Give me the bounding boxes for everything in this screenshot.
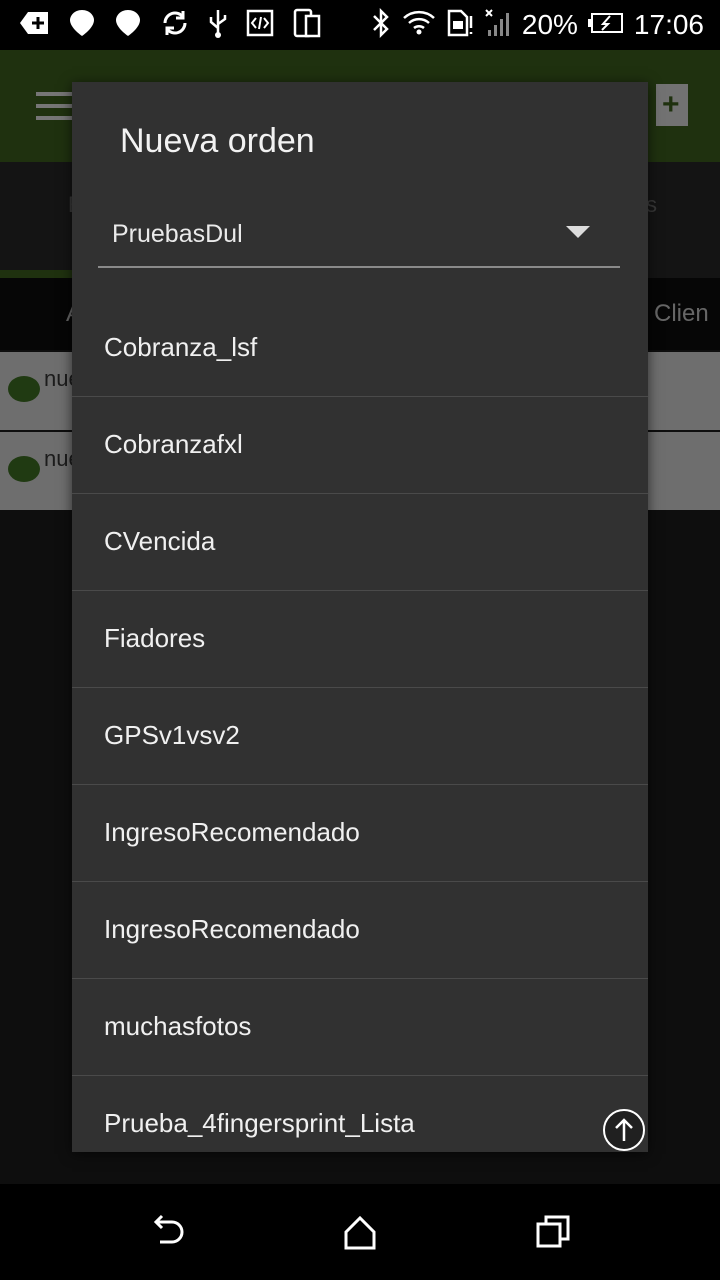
list-item[interactable]: IngresoRecomendado — [72, 785, 648, 882]
bluetooth-icon — [370, 7, 392, 42]
list-item-label: Prueba_4fingersprint_Lista — [104, 1108, 415, 1138]
list-item[interactable]: GPSv1vsv2 — [72, 688, 648, 785]
list-item-label: CVencida — [104, 526, 216, 556]
pin-icon — [114, 8, 142, 42]
sim-icon — [446, 8, 474, 42]
list-item[interactable]: muchasfotos — [72, 979, 648, 1076]
back-icon[interactable] — [148, 1212, 188, 1252]
list-item-label: Cobranzafxl — [104, 429, 243, 459]
list-item[interactable]: Cobranzafxl — [72, 397, 648, 494]
list-item[interactable]: IngresoRecomendado — [72, 882, 648, 979]
dropdown-caret-icon — [566, 226, 590, 238]
new-order-dialog: Nueva orden PruebasDul Cobranza_lsf Cobr… — [72, 82, 648, 1152]
list-item-label: IngresoRecomendado — [104, 817, 360, 847]
list-item-label: Cobranza_lsf — [104, 332, 258, 362]
battery-percent: 20% — [521, 9, 578, 40]
battery-charging-icon — [587, 12, 624, 38]
home-icon[interactable] — [340, 1212, 380, 1252]
list-item-label: muchasfotos — [104, 1011, 252, 1041]
sync-icon — [160, 8, 190, 42]
devices-icon — [292, 8, 322, 42]
arrow-up-icon — [615, 1118, 633, 1141]
signal-icon — [484, 8, 512, 42]
list-item[interactable]: Fiadores — [72, 591, 648, 688]
navigation-bar — [0, 1184, 720, 1280]
clock: 17:06 — [633, 9, 704, 40]
usb-icon — [208, 8, 228, 42]
code-icon — [246, 9, 274, 41]
list-item-label: Fiadores — [104, 623, 206, 653]
list-item[interactable]: Prueba_4fingersprint_Lista — [72, 1076, 648, 1152]
wifi-icon — [402, 8, 436, 42]
list-item-label: IngresoRecomendado — [104, 914, 360, 944]
list-item-label: GPSv1vsv2 — [104, 720, 240, 750]
status-bar: 20% 17:06 — [0, 0, 720, 50]
form-select[interactable]: PruebasDul — [98, 202, 620, 268]
select-value: PruebasDul — [112, 220, 243, 248]
recents-icon[interactable] — [534, 1212, 574, 1252]
list-item[interactable]: Cobranza_lsf — [72, 300, 648, 397]
form-list: Cobranza_lsf Cobranzafxl CVencida Fiador… — [72, 300, 648, 1152]
scroll-to-top-button[interactable] — [603, 1109, 645, 1151]
list-item[interactable]: CVencida — [72, 494, 648, 591]
dialog-title: Nueva orden — [120, 122, 315, 160]
add-box-icon — [20, 10, 50, 40]
pin-icon — [68, 8, 96, 42]
